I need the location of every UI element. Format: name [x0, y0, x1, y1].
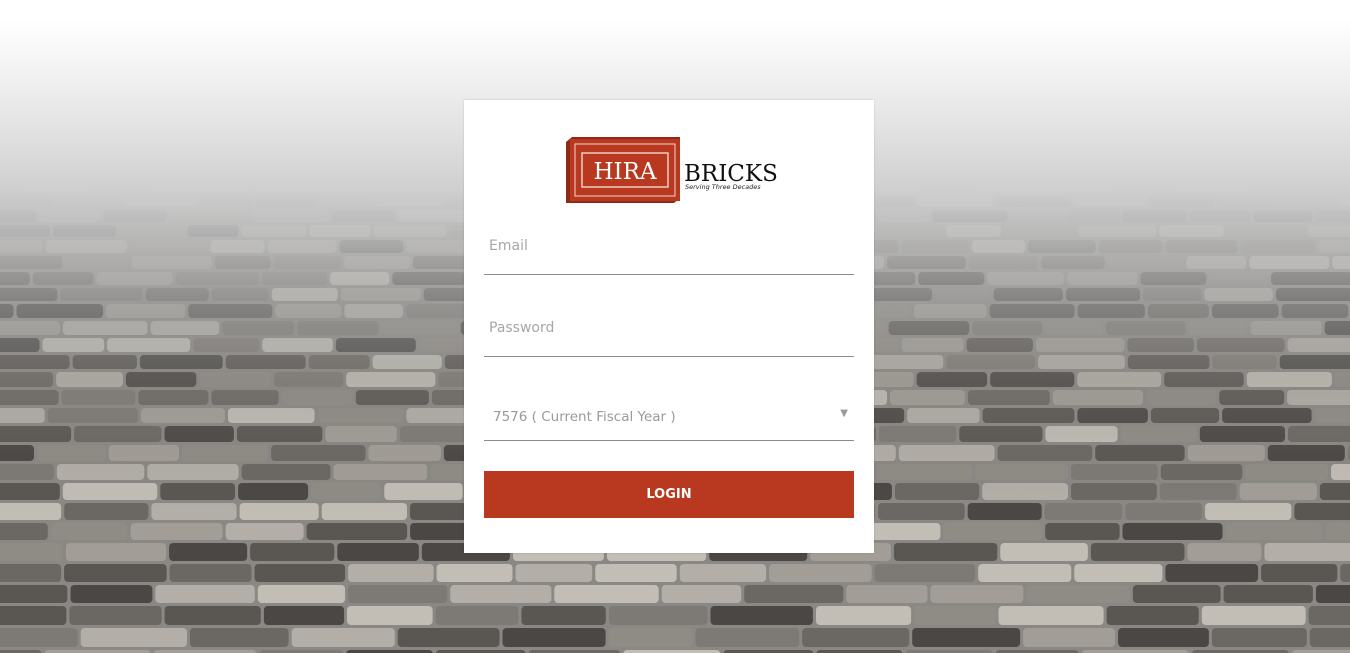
fiscal-year-select[interactable]: 7576 ( Current Fiscal Year ) ▼	[484, 404, 854, 438]
hira-bricks-logo: HIRA BRICKS Serving Three Decades	[566, 137, 778, 203]
password-input[interactable]	[484, 308, 854, 348]
email-field-wrapper	[484, 226, 854, 275]
caret-down-icon: ▼	[840, 408, 848, 419]
svg-text:Serving Three Decades: Serving Three Decades	[685, 183, 761, 191]
login-button[interactable]: LOGIN	[484, 471, 854, 518]
fiscal-year-value: 7576 ( Current Fiscal Year )	[493, 409, 676, 425]
svg-text:HIRA: HIRA	[593, 159, 656, 185]
fiscal-year-field-wrapper: 7576 ( Current Fiscal Year ) ▼	[484, 390, 854, 441]
email-input[interactable]	[484, 226, 854, 266]
password-field-wrapper	[484, 308, 854, 357]
login-card: HIRA BRICKS Serving Three Decades 7576 (…	[464, 100, 874, 553]
